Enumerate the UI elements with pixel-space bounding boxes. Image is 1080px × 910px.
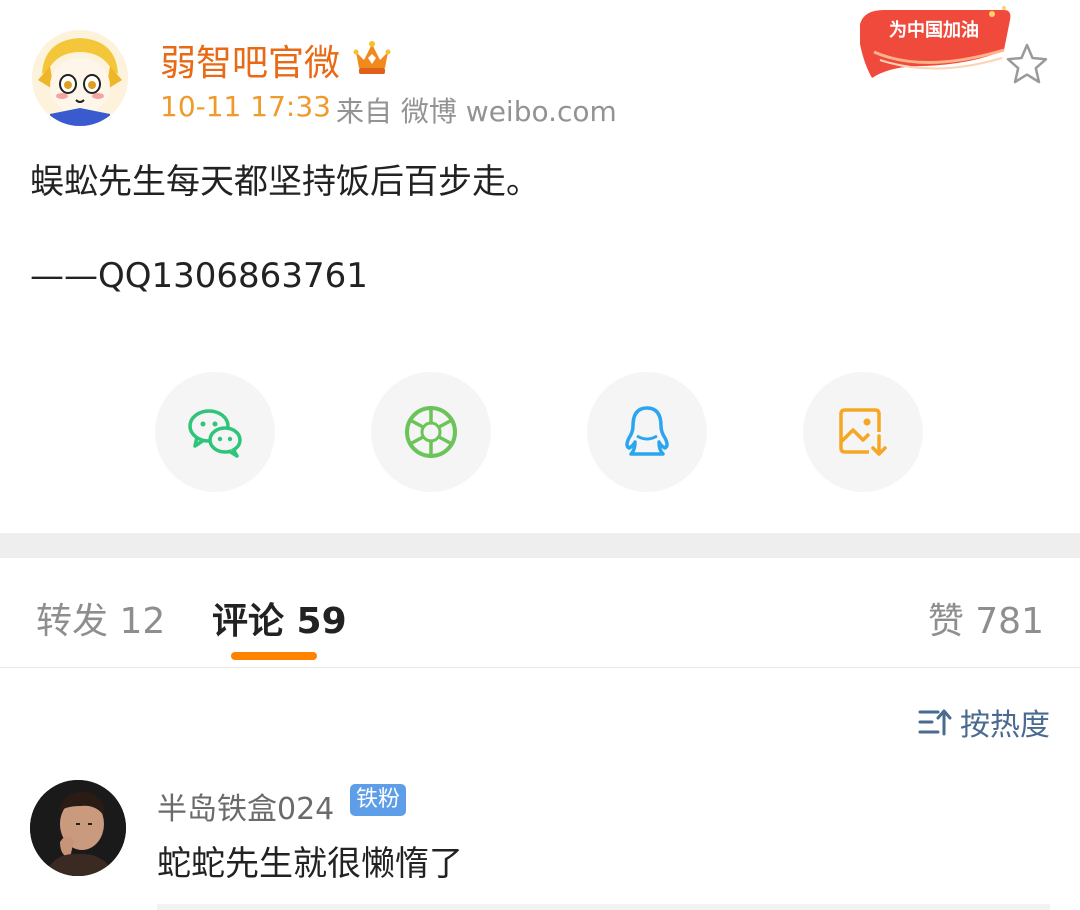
- tab-repost[interactable]: 转发 12: [36, 592, 165, 644]
- qq-icon: [625, 406, 669, 456]
- sort-icon: [918, 709, 952, 736]
- post-line-1: 蜈蚣先生每天都坚持饭后百步走。: [30, 162, 540, 202]
- post-text: 蜈蚣先生每天都坚持饭后百步走。 ——QQ1306863761: [30, 158, 1050, 300]
- crown-vip-icon: [352, 38, 392, 76]
- save-image-icon: [839, 408, 887, 456]
- star-outline-icon: [1006, 43, 1048, 84]
- author-avatar[interactable]: [32, 30, 128, 126]
- comment-item: 半岛铁盒024 铁粉 蛇蛇先生就很懒惰了: [0, 772, 1080, 910]
- author-name[interactable]: 弱智吧官微: [160, 34, 340, 86]
- fan-badge: 铁粉: [350, 784, 407, 816]
- share-row: [0, 372, 1080, 494]
- share-moments-button[interactable]: [371, 372, 491, 492]
- active-tab-indicator: [231, 652, 317, 660]
- favorite-star-button[interactable]: [1004, 42, 1050, 86]
- commenter-name[interactable]: 半岛铁盒024: [157, 784, 334, 828]
- tab-likes[interactable]: 赞 781: [928, 592, 1044, 644]
- comment-text: 蛇蛇先生就很懒惰了: [157, 844, 463, 884]
- post-line-2: ——QQ1306863761: [30, 256, 368, 296]
- share-qq-button[interactable]: [587, 372, 707, 492]
- post-header: 弱智吧官微 10-11 17:33 来自 微博 weibo.com 为中国加油: [0, 0, 1080, 140]
- post-source: 来自 微博 weibo.com: [336, 95, 617, 128]
- save-image-button[interactable]: [803, 372, 923, 492]
- moments-icon: [405, 406, 457, 458]
- section-divider: [0, 533, 1080, 558]
- tab-comments[interactable]: 评论 59: [212, 592, 347, 644]
- commenter-avatar[interactable]: [30, 780, 126, 876]
- sort-label: 按热度: [960, 708, 1050, 743]
- share-wechat-button[interactable]: [155, 372, 275, 492]
- wechat-icon: [188, 409, 242, 458]
- comment-separator: [157, 904, 1050, 910]
- cheer-china-badge: 为中国加油: [854, 4, 1014, 80]
- sort-by-hot-button[interactable]: 按热度: [918, 702, 1050, 743]
- cheer-badge-text: 为中国加油: [889, 19, 979, 41]
- tab-bar: 转发 12 评论 59 赞 781: [0, 558, 1080, 668]
- post-time: 10-11 17:33: [160, 90, 331, 123]
